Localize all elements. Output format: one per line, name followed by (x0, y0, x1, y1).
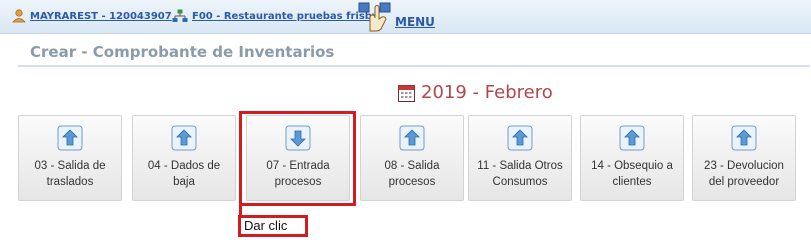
arrow-up-icon (731, 125, 757, 151)
menu-link[interactable]: MENU (395, 15, 435, 29)
tile-03-salida-de-traslados[interactable]: 03 - Salida de traslados (18, 115, 122, 201)
user-link[interactable]: MAYRAREST - 120043907 (30, 11, 172, 22)
menu-hand-icon (358, 2, 391, 32)
arrow-up-icon (171, 125, 197, 151)
callout-text: Dar clic (244, 218, 288, 233)
tile-23-devolucion-del-proveedor[interactable]: 23 - Devolucion del proveedor (692, 115, 796, 201)
branch-menu[interactable]: F00 - Restaurante pruebas frisby (172, 9, 378, 23)
title-divider (18, 65, 810, 67)
tile-14-obsequio-a-clientes[interactable]: 14 - Obsequio a clientes (580, 115, 684, 201)
tile-label: 03 - Salida de traslados (34, 160, 106, 188)
top-bar: MAYRAREST - 120043907 F00 - Restaurante … (0, 0, 811, 34)
tile-label: 08 - Salida procesos (384, 160, 440, 188)
tile-11-salida-otros-consumos[interactable]: 11 - Salida Otros Consumos (468, 115, 572, 201)
tile-08-salida-procesos[interactable]: 08 - Salida procesos (360, 115, 464, 201)
arrow-up-icon (399, 125, 425, 151)
tile-04-dados-de-baja[interactable]: 04 - Dados de baja (132, 115, 236, 201)
calendar-icon (398, 84, 415, 102)
main-menu[interactable]: MENU (358, 2, 435, 32)
highlight-box (239, 111, 356, 206)
user-menu[interactable]: MAYRAREST - 120043907 (12, 9, 172, 23)
tile-label: 14 - Obsequio a clientes (591, 160, 673, 188)
branch-link[interactable]: F00 - Restaurante pruebas frisby (192, 11, 378, 22)
network-icon (172, 9, 188, 22)
arrow-up-icon (57, 125, 83, 151)
user-icon (12, 9, 26, 23)
tile-label: 11 - Salida Otros Consumos (477, 160, 563, 188)
period-label: 2019 - Febrero (421, 82, 553, 103)
page-title: Crear - Comprobante de Inventarios (30, 43, 335, 61)
arrow-up-icon (507, 125, 533, 151)
arrow-up-icon (619, 125, 645, 151)
tile-label: 04 - Dados de baja (147, 160, 221, 188)
click-callout: Dar clic (238, 215, 308, 237)
period-display: 2019 - Febrero (398, 82, 553, 103)
tile-label: 23 - Devolucion del proveedor (704, 160, 784, 188)
